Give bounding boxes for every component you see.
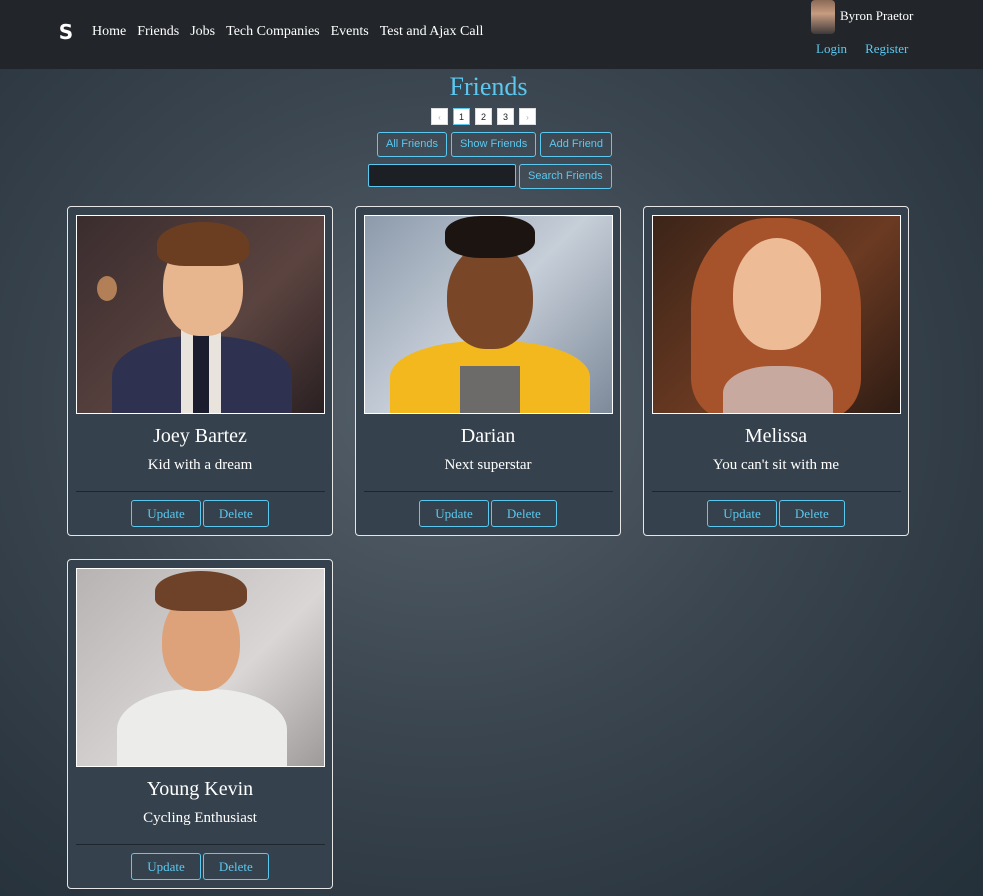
brand-logo[interactable]: S: [56, 22, 76, 42]
pagination-page-3[interactable]: 3: [497, 108, 514, 125]
nav-friends-link[interactable]: Friends: [137, 24, 179, 40]
friend-photo: [76, 568, 325, 767]
delete-button[interactable]: Delete: [202, 500, 269, 527]
friend-name: Young Kevin: [146, 778, 254, 800]
friend-headline: Cycling Enthusiast: [143, 810, 257, 826]
friend-headline: Next superstar: [444, 457, 532, 473]
friend-name: Darian: [460, 425, 516, 447]
pagination-page-2[interactable]: 2: [475, 108, 492, 125]
user-name: Byron Praetor: [840, 8, 914, 23]
friend-card: Darian Next superstar Update Delete: [355, 206, 621, 536]
card-actions: Update Delete: [68, 853, 332, 880]
friend-name: Melissa: [744, 425, 808, 447]
update-button[interactable]: Update: [419, 500, 489, 527]
nav-jobs-link[interactable]: Jobs: [190, 24, 215, 40]
update-button[interactable]: Update: [131, 500, 201, 527]
friend-headline: Kid with a dream: [147, 457, 253, 473]
friend-card: Joey Bartez Kid with a dream Update Dele…: [67, 206, 333, 536]
update-button[interactable]: Update: [131, 853, 201, 880]
card-divider: [76, 491, 325, 492]
card-divider: [652, 491, 901, 492]
card-divider: [76, 844, 325, 845]
card-actions: Update Delete: [356, 500, 620, 527]
friend-name: Joey Bartez: [153, 425, 247, 447]
friend-photo: [364, 215, 613, 414]
search-input[interactable]: [368, 164, 516, 187]
show-friends-button[interactable]: Show Friends: [450, 132, 537, 157]
nav-test-ajax-link[interactable]: Test and Ajax Call: [380, 24, 484, 40]
delete-button[interactable]: Delete: [202, 853, 269, 880]
pagination: ‹ 1 2 3 ›: [431, 108, 536, 125]
register-link[interactable]: Register: [865, 41, 908, 57]
card-divider: [364, 491, 613, 492]
login-link[interactable]: Login: [816, 41, 847, 57]
card-actions: Update Delete: [68, 500, 332, 527]
nav-events-link[interactable]: Events: [331, 24, 369, 40]
nav-links: Home Friends Jobs Tech Companies Events …: [92, 24, 494, 40]
user-menu[interactable]: Byron Praetor: [811, 0, 913, 34]
search-row: Search Friends: [368, 164, 612, 189]
friend-photo: [652, 215, 901, 414]
pagination-prev[interactable]: ‹: [431, 108, 448, 125]
friend-headline: You can't sit with me: [712, 457, 840, 473]
friend-actions-row: All Friends Show Friends Add Friend: [377, 132, 613, 157]
pagination-next[interactable]: ›: [519, 108, 536, 125]
delete-button[interactable]: Delete: [778, 500, 845, 527]
search-friends-button[interactable]: Search Friends: [519, 164, 612, 189]
top-navbar: S Home Friends Jobs Tech Companies Event…: [0, 0, 983, 69]
friend-card: Young Kevin Cycling Enthusiast Update De…: [67, 559, 333, 889]
delete-button[interactable]: Delete: [490, 500, 557, 527]
auth-links: Login Register: [816, 41, 926, 57]
avatar[interactable]: [811, 0, 835, 34]
all-friends-button[interactable]: All Friends: [377, 132, 447, 157]
add-friend-button[interactable]: Add Friend: [540, 132, 613, 157]
friend-card: Melissa You can't sit with me Update Del…: [643, 206, 909, 536]
pagination-page-1[interactable]: 1: [453, 108, 470, 125]
nav-home-link[interactable]: Home: [92, 24, 126, 40]
update-button[interactable]: Update: [707, 500, 777, 527]
page-title: Friends: [449, 72, 528, 101]
card-actions: Update Delete: [644, 500, 908, 527]
friend-photo: [76, 215, 325, 414]
nav-tech-companies-link[interactable]: Tech Companies: [226, 24, 320, 40]
